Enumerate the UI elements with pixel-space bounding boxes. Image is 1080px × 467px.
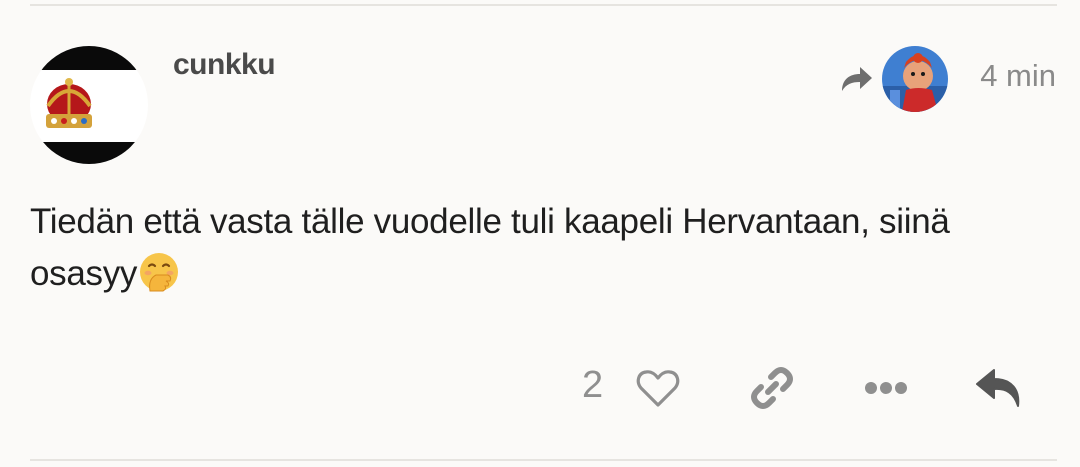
top-divider bbox=[30, 4, 1057, 6]
reply-icon bbox=[976, 369, 1020, 407]
user-avatar[interactable] bbox=[30, 46, 148, 164]
reply-to-indicator[interactable] bbox=[838, 44, 948, 114]
username[interactable]: cunkku bbox=[173, 48, 276, 82]
reply-button[interactable] bbox=[971, 360, 1027, 416]
heart-icon bbox=[636, 370, 680, 407]
reply-to-user-avatar bbox=[882, 46, 948, 112]
post: cunkku 4 min Tiedän että vasta tälle vuo… bbox=[0, 0, 1080, 467]
share-arrow-icon bbox=[842, 67, 872, 91]
crown-avatar-image bbox=[30, 46, 148, 164]
ellipsis-icon bbox=[865, 382, 907, 394]
post-actions: 2 bbox=[0, 360, 1080, 420]
like-count[interactable]: 2 bbox=[582, 364, 603, 407]
post-body-line1: Tiedän että vasta tälle vuodelle tuli ka… bbox=[30, 202, 950, 241]
post-body-line2: osasyy bbox=[30, 254, 138, 293]
copy-link-button[interactable] bbox=[744, 360, 800, 416]
hand-over-mouth-emoji bbox=[140, 253, 179, 292]
post-time[interactable]: 4 min bbox=[980, 58, 1056, 94]
post-body: Tiedän että vasta tälle vuodelle tuli ka… bbox=[30, 196, 1060, 300]
bottom-divider bbox=[30, 459, 1057, 461]
more-options-button[interactable] bbox=[858, 360, 914, 416]
link-icon bbox=[751, 367, 793, 409]
like-button[interactable] bbox=[630, 360, 686, 416]
